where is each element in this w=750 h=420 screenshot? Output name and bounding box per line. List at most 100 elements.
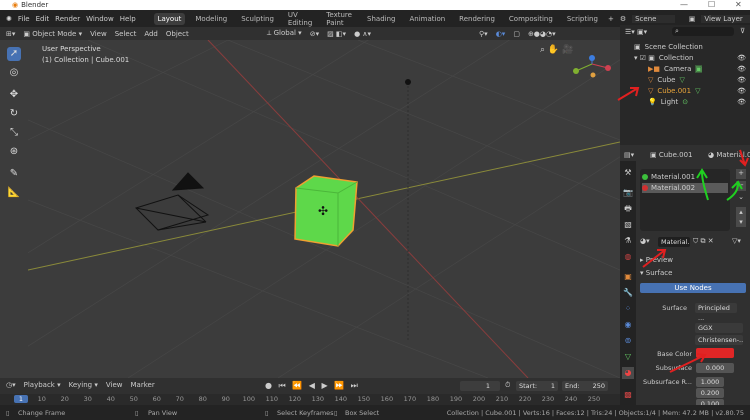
tab-modeling[interactable]: Modeling (191, 13, 231, 25)
eye-icon[interactable]: 👁 (737, 98, 746, 106)
display-mode-icon[interactable]: ☰▾ ▣▾ (625, 28, 647, 36)
menu-select[interactable]: Select (115, 30, 137, 38)
menu-marker[interactable]: Marker (131, 381, 155, 389)
tool-tab-icon[interactable]: ⚒ (622, 167, 634, 179)
tab-rendering[interactable]: Rendering (455, 13, 499, 25)
tab-texture-paint[interactable]: Texture Paint (322, 9, 357, 29)
surface-panel-header[interactable]: ▾ Surface (640, 269, 672, 277)
menu-view[interactable]: View (106, 381, 123, 389)
collection-row[interactable]: ▾ ☑ ▣ Collection 👁 (634, 52, 750, 63)
annotate-tool-icon[interactable]: ✎ (7, 167, 21, 181)
menu-object[interactable]: Object (166, 30, 189, 38)
maximize-button[interactable]: ☐ (708, 0, 715, 9)
material-action-icons[interactable]: ⛉ ⧉ ✕ (693, 237, 714, 246)
view-layer-selector[interactable]: View Layer (701, 14, 750, 23)
remove-slot-button[interactable]: − (736, 181, 746, 191)
browse-material-icon[interactable]: ◕▾ (640, 237, 650, 245)
use-nodes-button[interactable]: Use Nodes (640, 283, 746, 293)
menu-view[interactable]: View (90, 30, 107, 38)
menu-keying[interactable]: Keying ▾ (69, 381, 98, 389)
world-tab-icon[interactable]: ◍ (622, 251, 634, 263)
view-controls[interactable]: ⌕ ✋ 🎥 (540, 45, 573, 55)
outliner-item-light[interactable]: 💡 Light ⊙ 👁 (648, 96, 750, 107)
subsurface-radius-y[interactable]: 0.200 (696, 388, 724, 398)
editor-type-icon[interactable]: ▤▾ (624, 151, 634, 159)
tab-compositing[interactable]: Compositing (505, 13, 557, 25)
gizmo-icon[interactable]: ⚲▾ (479, 30, 488, 38)
checkbox-icon[interactable]: ▾ ☑ ▣ (634, 54, 655, 62)
tab-uv-editing[interactable]: UV Editing (284, 9, 316, 29)
shading-modes[interactable]: ⊕●◕◔▾ (528, 30, 556, 38)
preview-panel-header[interactable]: ▸ Preview (640, 256, 673, 264)
constraints-tab-icon[interactable]: ⊚ (622, 335, 634, 347)
snap-icon[interactable]: ▨ ◧▾ (327, 30, 346, 38)
transform-tool-icon[interactable]: ⊛ (7, 145, 21, 159)
start-frame-field[interactable]: Start: 1 (516, 381, 558, 391)
eye-icon[interactable]: 👁 (737, 54, 746, 62)
menu-edit[interactable]: Edit (36, 15, 50, 23)
scale-tool-icon[interactable]: ⤡ (7, 126, 21, 140)
physics-tab-icon[interactable]: ◉ (622, 319, 634, 331)
surface-shader-field[interactable]: Principled ... (695, 303, 737, 322)
link-icon[interactable]: ▽▾ (732, 237, 741, 245)
subsurface-radius-x[interactable]: 1.000 (696, 377, 724, 387)
menu-window[interactable]: Window (86, 15, 114, 23)
object-tab-icon[interactable]: ▣ (622, 271, 634, 283)
editor-type-icon[interactable]: ⊞▾ (6, 30, 15, 38)
navigation-gizmo[interactable] (573, 55, 611, 78)
auto-keying-icon[interactable]: ⏱ (505, 381, 510, 390)
menu-render[interactable]: Render (55, 15, 80, 23)
scene-selector[interactable]: Scene (632, 14, 675, 23)
close-button[interactable]: ✕ (735, 0, 742, 9)
cube-object[interactable]: ✣ (294, 175, 358, 247)
playhead[interactable]: 1 (14, 395, 28, 403)
cursor-tool-icon[interactable]: ◎ (7, 66, 21, 80)
menu-playback[interactable]: Playback ▾ (24, 381, 61, 389)
camera-object[interactable] (135, 172, 210, 231)
outliner-item-cube[interactable]: ▽ Cube ▽ 👁 (648, 74, 750, 85)
playback-controls[interactable]: ● ⏮ ⏪ ◀ ▶ ⏩ ⏭ (265, 381, 360, 391)
end-frame-field[interactable]: End: 250 (562, 381, 608, 391)
editor-type-icon[interactable]: ◷▾ (6, 381, 16, 389)
3d-viewport[interactable]: ✣ User Perspective (1) Collection | Cube… (28, 40, 620, 378)
subsurface-method-dropdown[interactable]: Christensen-... (695, 335, 743, 345)
menu-file[interactable]: File (18, 15, 30, 23)
outliner-item-cube-001[interactable]: ▽ Cube.001 ▽ 👁 (648, 85, 750, 96)
measure-tool-icon[interactable]: 📐 (7, 186, 21, 200)
move-tool-icon[interactable]: ✥ (7, 88, 21, 102)
tab-shading[interactable]: Shading (363, 13, 399, 25)
outliner-search-input[interactable]: ⌕ (672, 27, 734, 36)
filter-icon[interactable]: ⊽ (740, 27, 745, 35)
add-slot-button[interactable]: + (736, 169, 746, 179)
texture-tab-icon[interactable]: ▩ (622, 389, 634, 401)
tab-animation[interactable]: Animation (405, 13, 449, 25)
outliner-item-camera[interactable]: ▶■ Camera ▣ 👁 (648, 63, 750, 74)
blender-menu-icon[interactable]: ✺ (6, 15, 12, 23)
light-object[interactable] (405, 79, 411, 340)
move-slot-buttons[interactable]: ▴ ▾ (736, 207, 746, 227)
tab-sculpting[interactable]: Sculpting (237, 13, 278, 25)
eye-icon[interactable]: 👁 (737, 65, 746, 73)
menu-add[interactable]: Add (144, 30, 158, 38)
material-tab-icon[interactable]: ◕ (622, 367, 634, 379)
overlay-icon[interactable]: ◐▾ (496, 30, 506, 38)
scene-tab-icon[interactable]: ⚗ (622, 235, 634, 247)
tab-scripting[interactable]: Scripting (563, 13, 602, 25)
minimize-button[interactable]: — (680, 0, 688, 9)
scene-collection-row[interactable]: ▣ Scene Collection (634, 41, 750, 52)
view-layer-tab-icon[interactable]: ▧ (622, 219, 634, 231)
xray-icon[interactable]: ▢ (513, 30, 520, 38)
select-tool-icon[interactable]: ➚ (7, 47, 21, 61)
eye-icon[interactable]: 👁 (737, 87, 746, 95)
slot-specials-button[interactable]: ⌄ (736, 193, 746, 203)
proportional-edit-icon[interactable]: ● ∧▾ (354, 30, 371, 38)
rotate-tool-icon[interactable]: ↻ (7, 107, 21, 121)
base-color-swatch[interactable] (696, 348, 734, 358)
tab-layout[interactable]: Layout (153, 12, 186, 25)
eye-icon[interactable]: 👁 (737, 76, 746, 84)
current-frame-field[interactable]: 1 (460, 381, 500, 391)
material-name-field[interactable]: Material... (658, 237, 690, 247)
frame-ruler[interactable]: 1 10 20 30 40 50 60 70 80 90 100 110 120 130 140 150 160… (0, 394, 620, 405)
add-workspace-button[interactable]: + (608, 15, 614, 23)
menu-help[interactable]: Help (120, 15, 136, 23)
